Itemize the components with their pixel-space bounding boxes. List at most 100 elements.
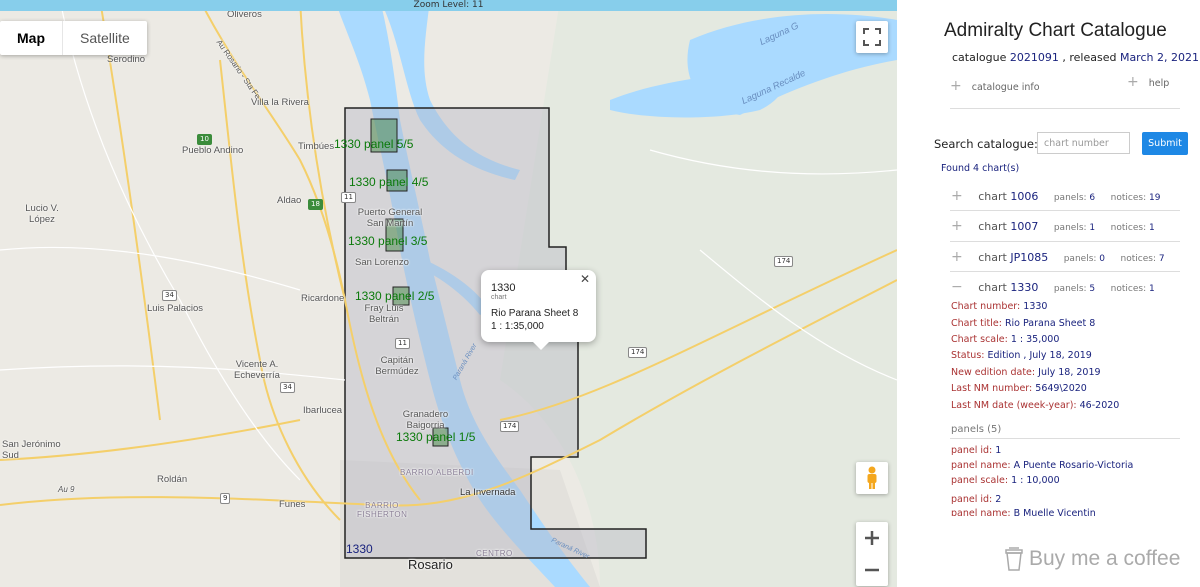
panels-label: panels:: [1053, 223, 1087, 233]
released-date-link[interactable]: March 2, 2021: [1120, 51, 1199, 64]
divider: [950, 210, 1180, 211]
submit-button[interactable]: Submit: [1142, 132, 1188, 155]
detail-value: July 18, 2019: [1038, 367, 1101, 378]
detail-value: 5649\2020: [1035, 383, 1087, 394]
chart-row-number: 1007: [1010, 220, 1039, 233]
chart-detail-row: Last NM number: 5649\2020: [951, 383, 1087, 394]
place-label: Funes: [279, 499, 306, 510]
place-label: Ibarlucea: [303, 405, 343, 416]
plus-icon: +: [951, 188, 963, 204]
close-icon[interactable]: ✕: [580, 272, 590, 286]
chart-detail-row: Last NM date (week-year): 46-2020: [951, 400, 1119, 411]
popup-chart-scale: 1 : 1:35,000: [491, 321, 544, 332]
place-label: Ricardone: [301, 293, 345, 304]
buy-me-a-coffee-link[interactable]: Buy me a coffee: [1005, 547, 1180, 571]
map-type-map-button[interactable]: Map: [0, 21, 63, 55]
route-shield: 34: [280, 382, 295, 393]
catalogue-line: catalogue 2021091 , released March 2, 20…: [952, 51, 1199, 64]
panel-label-5[interactable]: 1330 panel 5/5: [334, 137, 413, 151]
popup-chart-sub: chart: [491, 294, 507, 301]
place-label: Rosario: [408, 557, 453, 572]
place-label: San Lorenzo: [355, 257, 409, 268]
detail-key: panel name:: [951, 508, 1011, 516]
route-shield: 10: [197, 134, 212, 145]
route-shield: 174: [628, 347, 648, 358]
detail-key: Status:: [951, 350, 985, 361]
notices-count: 1: [1148, 223, 1155, 233]
search-label: Search catalogue:: [934, 137, 1038, 151]
panels-count: 0: [1099, 254, 1106, 264]
divider: [950, 108, 1180, 109]
detail-key: Last NM date (week-year):: [951, 400, 1077, 411]
map-type-control: Map Satellite: [0, 21, 147, 55]
place-label: San Jerónimo Sud: [2, 439, 61, 461]
route-shield: 9: [220, 493, 231, 504]
notices-count: 1: [1148, 284, 1155, 294]
plus-icon: +: [951, 249, 963, 265]
route-shield: 18: [308, 199, 323, 210]
zoom-out-icon[interactable]: [864, 562, 880, 578]
panel-label-3[interactable]: 1330 panel 3/5: [348, 234, 427, 248]
chart-outline-label[interactable]: 1330: [346, 542, 373, 556]
zoom-in-icon[interactable]: [864, 530, 880, 546]
place-label: Timbúes: [298, 141, 335, 152]
place-label: Aldao: [277, 195, 302, 206]
fullscreen-icon: [863, 28, 881, 46]
catalogue-prefix: catalogue: [952, 51, 1007, 64]
panel-label-4[interactable]: 1330 panel 4/5: [349, 175, 428, 189]
panels-heading[interactable]: panels (5): [951, 424, 1001, 435]
detail-value: 1: [995, 445, 1002, 456]
search-input[interactable]: [1037, 132, 1130, 154]
panel-label-2[interactable]: 1330 panel 2/5: [355, 289, 434, 303]
chart-row[interactable]: + chart 1006 panels: 6 notices: 19: [951, 188, 1160, 204]
catalogue-id-link[interactable]: 2021091: [1010, 51, 1059, 64]
panel-label-1[interactable]: 1330 panel 1/5: [396, 430, 475, 444]
map-type-satellite-button[interactable]: Satellite: [63, 21, 147, 55]
catalogue-info-toggle[interactable]: + catalogue info: [950, 78, 1040, 94]
help-label: help: [1148, 78, 1170, 89]
popup-chart-title: Rio Parana Sheet 8: [491, 308, 579, 319]
panels-label: panels:: [1063, 254, 1097, 264]
zoom-level-bar: Zoom Level: 11: [0, 0, 897, 11]
help-toggle[interactable]: + help: [1127, 74, 1169, 90]
place-label: Pueblo Andino: [182, 145, 244, 156]
panels-label: panels:: [1053, 193, 1087, 203]
divider: [950, 241, 1180, 242]
district-label: BARRIO FISHERTON: [357, 501, 408, 519]
chart-detail-row: Status: Edition , July 18, 2019: [951, 350, 1092, 361]
detail-value: Rio Parana Sheet 8: [1004, 318, 1096, 329]
detail-key: panel id:: [951, 494, 993, 505]
chart-row-label: chart: [978, 190, 1007, 203]
chart-row[interactable]: + chart JP1085 panels: 0 notices: 7: [951, 249, 1165, 265]
chart-row[interactable]: + chart 1007 panels: 1 notices: 1: [951, 218, 1155, 234]
chart-detail-row: Chart title: Rio Parana Sheet 8: [951, 318, 1095, 329]
map-canvas[interactable]: Zoom Level: 11 Oliveros Serodino Villa l…: [0, 0, 897, 587]
detail-value: 1 : 10,000: [1011, 475, 1060, 486]
fullscreen-button[interactable]: [856, 21, 888, 53]
detail-value: 46-2020: [1079, 400, 1120, 411]
detail-key: panel name:: [951, 460, 1011, 471]
notices-label: notices:: [1110, 223, 1147, 233]
route-shield: 174: [500, 421, 520, 432]
panels-count: 1: [1089, 223, 1096, 233]
notices-count: 19: [1148, 193, 1161, 203]
panel-detail-row: panel name: A Puente Rosario-Victoria: [951, 460, 1133, 471]
place-label: Roldán: [157, 474, 188, 485]
place-label: Villa la Rivera: [251, 97, 309, 108]
route-shield: 174: [774, 256, 794, 267]
detail-value: 1 : 35,000: [1010, 334, 1060, 345]
detail-value: 2: [995, 494, 1002, 505]
place-label: Granadero Baigorria: [402, 409, 449, 431]
found-count: Found 4 chart(s): [941, 163, 1020, 174]
place-label: Vicente A. Echeverría: [234, 359, 280, 381]
catalogue-info-label: catalogue info: [971, 82, 1040, 93]
street-view-button[interactable]: [856, 462, 888, 494]
panel-detail-row: panel scale: 1 : 10,000: [951, 475, 1060, 486]
place-label: Puerto General San Martín: [357, 207, 423, 229]
chart-row-expanded[interactable]: − chart 1330 panels: 5 notices: 1: [951, 279, 1155, 295]
chart-row-number: 1330: [1010, 281, 1039, 294]
detail-key: Chart scale:: [951, 334, 1008, 345]
chart-detail-row: Chart scale: 1 : 35,000: [951, 334, 1059, 345]
sidebar: Admiralty Chart Catalogue catalogue 2021…: [897, 0, 1200, 587]
coffee-cup-icon: [1005, 547, 1023, 571]
